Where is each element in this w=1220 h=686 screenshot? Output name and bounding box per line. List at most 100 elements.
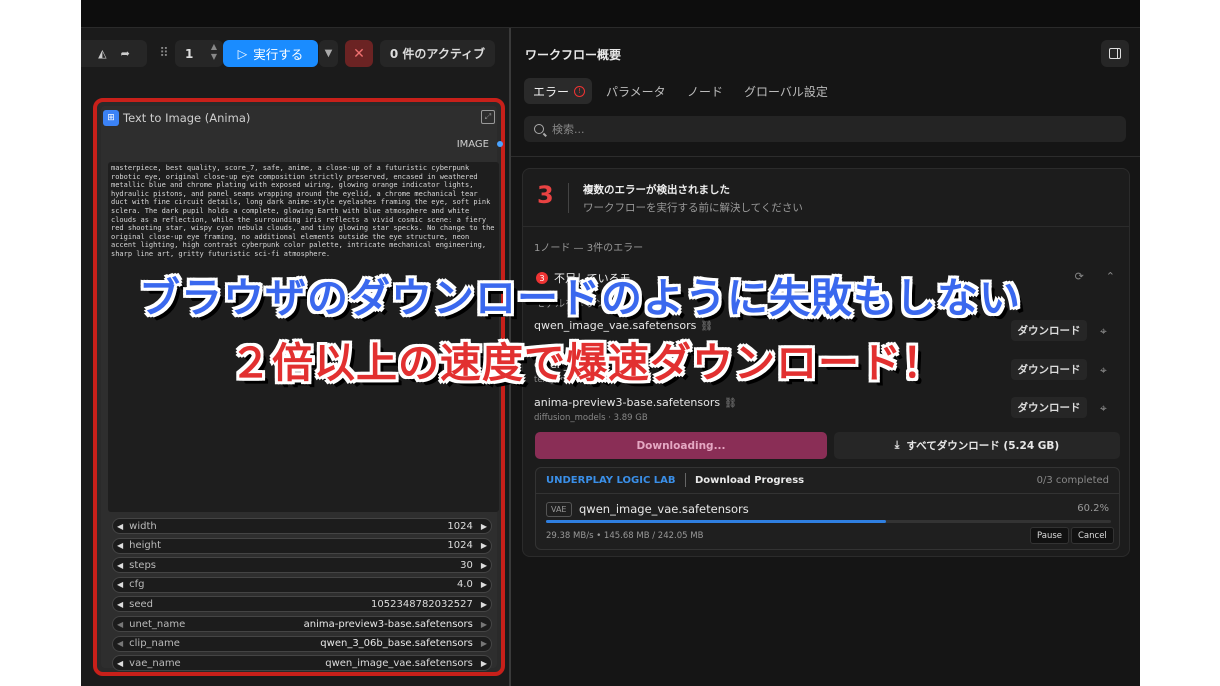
image-output-label: IMAGE (456, 139, 489, 150)
drag-handle-icon[interactable]: ⠿ (159, 40, 169, 67)
batch-count-value: 1 (185, 46, 194, 61)
tab-errors-label: エラー (533, 84, 570, 99)
missing-model-row: anima-preview3-base.safetensors ⛓ diffusio… (534, 396, 1124, 428)
search-input[interactable]: 検索... (524, 116, 1126, 142)
batch-count-stepper[interactable]: 1 ▲ ▼ (175, 40, 223, 67)
widget-value: anima-preview3-base.safetensors (303, 618, 473, 630)
error-count: 3 (537, 181, 554, 209)
locate-icon[interactable]: ⌖ (1100, 401, 1107, 416)
widget-value: qwen_image_vae.safetensors (325, 657, 473, 669)
tab-parameters[interactable]: パラメータ (606, 78, 666, 104)
widget-label: cfg (129, 579, 145, 591)
search-icon (534, 124, 544, 134)
widget-value: 4.0 (456, 579, 473, 591)
widget-value: 1024 (447, 540, 473, 552)
image-output-socket[interactable] (497, 141, 503, 147)
widget-label: height (129, 540, 162, 552)
widget-seed[interactable]: ◀ seed 1052348782032527 ▶ (112, 596, 492, 613)
overlay-caption-line1: ブラウザのダウンロードのように失敗もしない (139, 274, 1021, 322)
tab-errors[interactable]: エラー ! (524, 78, 592, 104)
pause-button[interactable]: Pause (1030, 527, 1069, 544)
node-type-icon: ⊞ (103, 110, 119, 126)
locate-icon[interactable]: ⌖ (1100, 324, 1107, 339)
overlay-caption-line2: ２倍以上の速度で爆速ダウンロード！ (230, 339, 944, 387)
widget-value: 30 (460, 559, 473, 571)
widget-label: steps (129, 559, 156, 571)
run-label: 実行する (253, 47, 304, 62)
widget-unet-name[interactable]: ◀ unet_name anima-preview3-base.safetensor… (112, 616, 492, 632)
progress-stats: 29.38 MB/s • 145.68 MB / 242.05 MB (546, 531, 704, 541)
widget-height[interactable]: ◀ height 1024 ▶ (112, 537, 492, 554)
run-button[interactable]: ▷ 実行する (223, 40, 318, 67)
increment-arrow-icon[interactable]: ▶ (481, 522, 487, 531)
download-button[interactable]: ダウンロード (1011, 397, 1087, 418)
sidebar-icon (1109, 48, 1121, 59)
widget-label: seed (129, 598, 154, 610)
active-queue-button[interactable]: 0 件のアクティブ (380, 40, 495, 67)
locate-icon[interactable]: ⌖ (1100, 363, 1107, 378)
increment-arrow-icon[interactable]: ▶ (481, 659, 487, 668)
progress-bar-fill (546, 520, 887, 523)
panel-title: ワークフロー概要 (525, 48, 622, 62)
widget-value: 1052348782032527 (371, 598, 473, 610)
progress-percent: 60.2% (1077, 503, 1109, 514)
top-bar (81, 0, 1140, 28)
canvas-tools[interactable]: ◭ ➦ (81, 40, 147, 67)
widget-cfg[interactable]: ◀ cfg 4.0 ▶ (112, 576, 492, 593)
increment-arrow-icon[interactable]: ▶ (481, 620, 487, 629)
download-progress-card: UNDERPLAY LOGIC LAB Download Progress 0/… (535, 467, 1120, 550)
stepper-arrows-icon[interactable]: ▲ ▼ (211, 42, 217, 62)
widget-label: clip_name (129, 638, 180, 650)
download-all-label: すべてダウンロード (5.24 GB) (906, 440, 1060, 452)
tab-global-settings[interactable]: グローバル設定 (744, 78, 828, 104)
cancel-run-button[interactable]: ✕ (345, 40, 373, 67)
widget-value: 1024 (447, 520, 473, 532)
widget-clip-name[interactable]: ◀ clip_name qwen_3_06b_base.safetensors ▶ (112, 635, 492, 652)
node-header[interactable]: ⊞ Text to Image (Anima) (103, 106, 497, 130)
chevron-up-icon[interactable]: ⌃ (1106, 270, 1115, 283)
node-title: Text to Image (Anima) (123, 111, 251, 125)
refresh-icon[interactable]: ⟳ (1075, 270, 1084, 283)
divider (568, 183, 569, 213)
model-name: anima-preview3-base.safetensors (534, 396, 721, 409)
play-icon: ▷ (237, 46, 248, 61)
download-button[interactable]: ダウンロード (1011, 359, 1087, 380)
widget-label: vae_name (129, 657, 181, 669)
widget-steps[interactable]: ◀ steps 30 ▶ (112, 557, 492, 574)
error-summary: 1ノード — 3件のエラー (534, 243, 644, 254)
model-type-badge: VAE (546, 502, 572, 517)
download-button[interactable]: ダウンロード (1011, 320, 1087, 341)
error-icon: ! (574, 85, 586, 97)
increment-arrow-icon[interactable]: ▶ (481, 561, 487, 570)
divider (523, 226, 1129, 227)
model-category: diffusion_models · 3.89 GB (534, 413, 648, 423)
widget-vae-name[interactable]: ◀ vae_name qwen_image_vae.safetensors ▶ (112, 655, 492, 672)
increment-arrow-icon[interactable]: ▶ (481, 639, 487, 648)
error-title: 複数のエラーが検出されました (583, 184, 730, 196)
widget-width[interactable]: ◀ width 1024 ▶ (112, 518, 492, 534)
panel-toggle-button[interactable] (1101, 40, 1129, 67)
completed-count: 0/3 completed (1036, 475, 1109, 486)
fit-icon[interactable]: ◭ (98, 47, 106, 60)
link-icon[interactable]: ⛓ (724, 398, 737, 409)
progress-title: Download Progress (695, 475, 805, 486)
tab-nodes[interactable]: ノード (687, 78, 723, 104)
divider (511, 156, 1140, 157)
close-icon: ✕ (353, 45, 365, 62)
share-icon[interactable]: ➦ (121, 47, 130, 60)
cancel-download-button[interactable]: Cancel (1071, 527, 1114, 544)
expand-icon[interactable]: ⤢ (481, 110, 495, 124)
error-subtitle: ワークフローを実行する前に解決してください (583, 202, 803, 214)
increment-arrow-icon[interactable]: ▶ (481, 541, 487, 550)
widget-label: unet_name (129, 618, 186, 630)
progress-bar (546, 520, 1111, 523)
download-all-button[interactable]: ⤓ すべてダウンロード (5.24 GB) (834, 432, 1120, 459)
widget-value: qwen_3_06b_base.safetensors (320, 638, 473, 650)
brand-label: UNDERPLAY LOGIC LAB (546, 475, 676, 486)
downloading-button[interactable]: Downloading... (535, 432, 827, 459)
missing-models-actions: ⟳ ⌃ (1075, 270, 1115, 283)
increment-arrow-icon[interactable]: ▶ (481, 600, 487, 609)
increment-arrow-icon[interactable]: ▶ (481, 580, 487, 589)
download-icon: ⤓ (894, 439, 900, 451)
run-options-chevron-icon[interactable]: ▼ (319, 40, 338, 67)
